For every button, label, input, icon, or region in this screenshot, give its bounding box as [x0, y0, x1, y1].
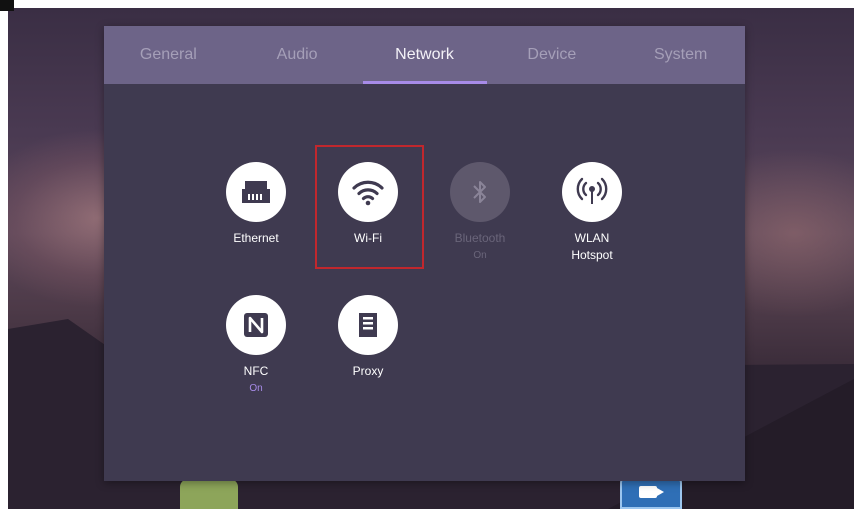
- tab-audio[interactable]: Audio: [233, 26, 362, 84]
- tab-system[interactable]: System: [616, 26, 745, 84]
- wlan-hotspot-button[interactable]: WLAN Hotspot: [537, 162, 647, 264]
- camera-icon: [639, 486, 664, 498]
- tab-label: System: [653, 46, 708, 63]
- nfc-status: On: [249, 383, 263, 394]
- proxy-button[interactable]: Proxy: [313, 295, 423, 380]
- ethernet-icon: [226, 162, 286, 222]
- corner-marker: [0, 0, 14, 11]
- bluetooth-status: On: [473, 250, 487, 261]
- tab-general[interactable]: General: [104, 26, 233, 84]
- active-tab-indicator: [362, 81, 487, 84]
- settings-panel: General Audio Network Device System Ethe…: [104, 26, 745, 481]
- selection-highlight: [315, 145, 424, 269]
- tab-device[interactable]: Device: [488, 26, 617, 84]
- dock-app-icon[interactable]: [180, 479, 238, 509]
- tab-label: Network: [395, 46, 454, 63]
- bluetooth-label: Bluetooth: [454, 231, 506, 245]
- tab-network[interactable]: Network: [362, 26, 488, 84]
- nfc-button[interactable]: NFC On: [201, 295, 311, 394]
- bluetooth-icon: [450, 162, 510, 222]
- nfc-label: NFC: [243, 364, 269, 378]
- proxy-icon: [338, 295, 398, 355]
- ethernet-button[interactable]: Ethernet: [201, 162, 311, 247]
- nfc-icon: [226, 295, 286, 355]
- ethernet-label: Ethernet: [233, 231, 279, 245]
- tab-label: Audio: [276, 46, 318, 63]
- settings-tab-bar: General Audio Network Device System: [104, 26, 745, 84]
- wlan-hotspot-label: WLAN Hotspot: [571, 231, 613, 262]
- tab-label: General: [139, 46, 197, 63]
- proxy-label: Proxy: [352, 364, 384, 378]
- hotspot-icon: [562, 162, 622, 222]
- bluetooth-button[interactable]: Bluetooth On: [425, 162, 535, 261]
- tab-label: Device: [527, 46, 577, 63]
